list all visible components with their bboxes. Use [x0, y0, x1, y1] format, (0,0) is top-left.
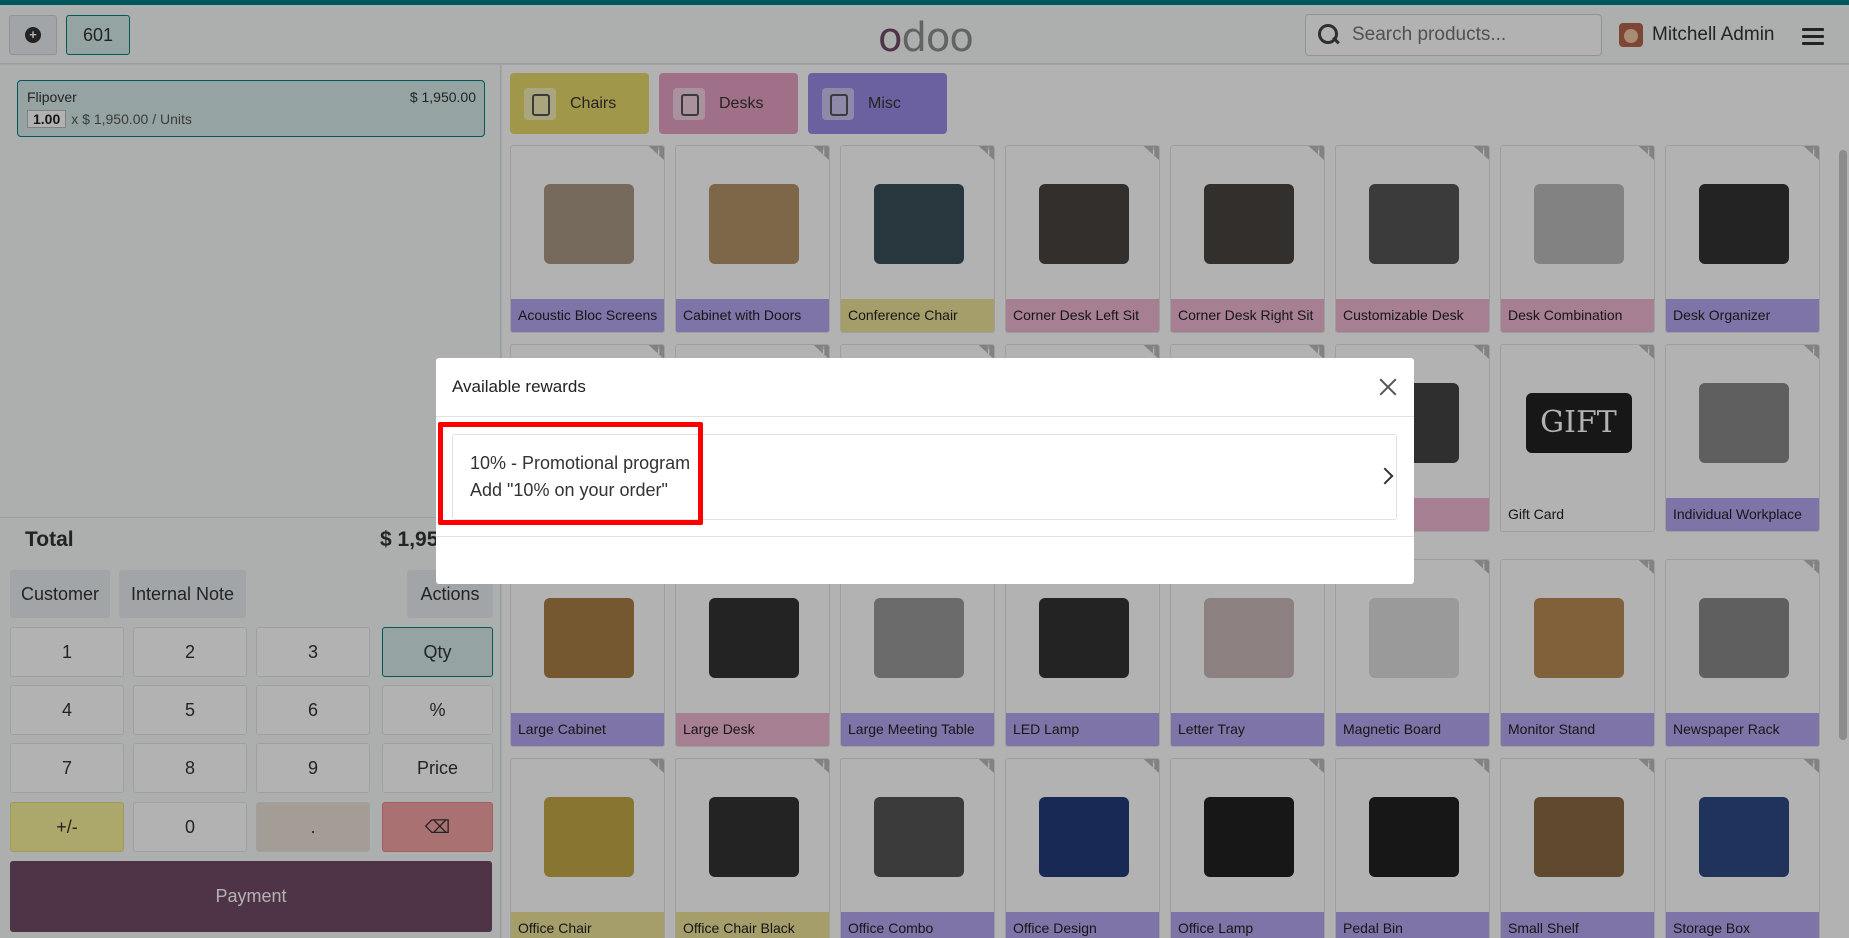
highlight-box — [438, 422, 703, 525]
dialog-header: Available rewards — [436, 358, 1414, 417]
dialog-title: Available rewards — [452, 377, 586, 396]
chevron-right-icon — [1376, 467, 1394, 485]
dialog-footer-divider — [436, 536, 1414, 537]
close-icon[interactable] — [1379, 378, 1397, 396]
